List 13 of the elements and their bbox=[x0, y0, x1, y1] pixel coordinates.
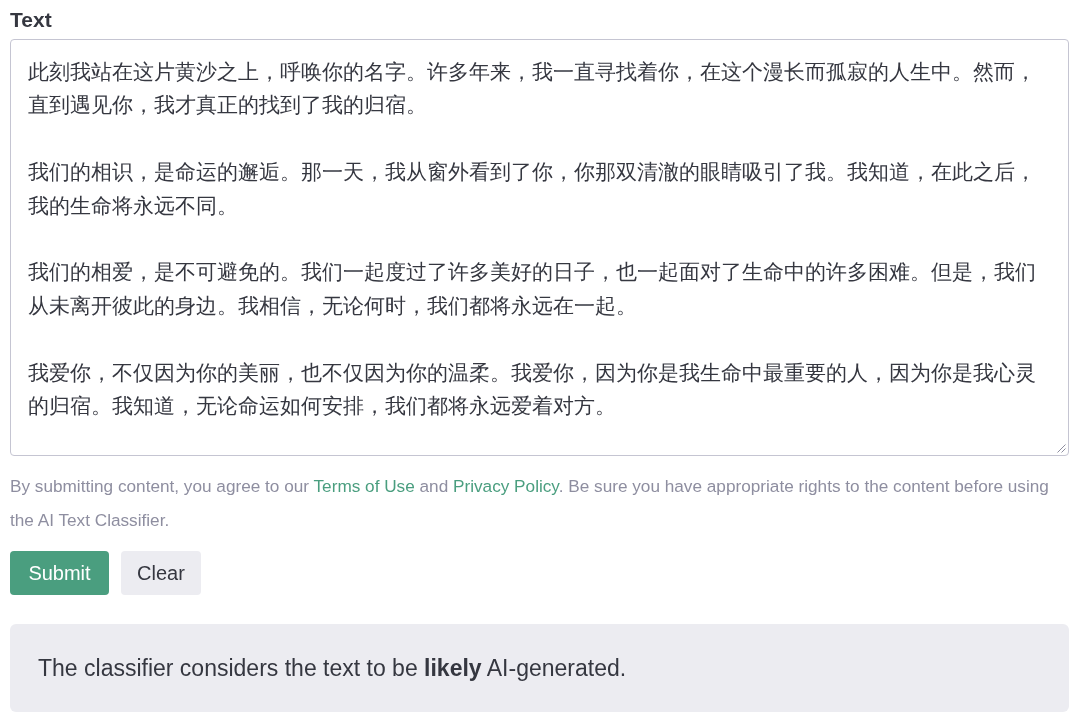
clear-button[interactable]: Clear bbox=[121, 551, 201, 595]
result-message: The classifier considers the text to be likely AI-generated. bbox=[38, 654, 627, 682]
submit-button[interactable]: Submit bbox=[10, 551, 109, 595]
field-label: Text bbox=[10, 8, 52, 32]
notice-text: By submitting content, you agree to our Terms of Use and Privacy Policy. Be sure you have appropriate rights to the content before using the AI Text Classifier. bbox=[10, 475, 1050, 532]
paragraph-text: 我爱你，不仅因为你的美丽，也不仅因为你的温柔。我爱你，因为你是我生命中最重要的人，因为你是我心灵的归宿。我知道，无论命运如何安排，我们都将永远爱着对方。 bbox=[28, 359, 1037, 419]
inline-link[interactable]: Terms of Use bbox=[313, 476, 415, 496]
inline-link[interactable]: Privacy Policy bbox=[453, 476, 559, 496]
paragraph-text: 此刻我站在这片黄沙之上，呼唤你的名字。许多年来，我一直寻找着你，在这个漫长而孤寂的人生中。然而，直到遇见你，我才真正的找到了我的归宿。 bbox=[28, 59, 1037, 119]
text-input-field[interactable] bbox=[10, 39, 1069, 456]
paragraph-text: 我们的相识，是命运的邂逅。那一天，我从窗外看到了你，你那双清澈的眼睛吸引了我。我知道，在此之后，我的生命将永远不同。 bbox=[28, 159, 1037, 219]
resize-grip-icon[interactable] bbox=[1057, 444, 1066, 453]
paragraph-text: 我们的相爱，是不可避免的。我们一起度过了许多美好的日子，也一起面对了生命中的许多困难。但是，我们从未离开彼此的身边。我相信，无论何时，我们都将永远在一起。 bbox=[28, 259, 1037, 319]
